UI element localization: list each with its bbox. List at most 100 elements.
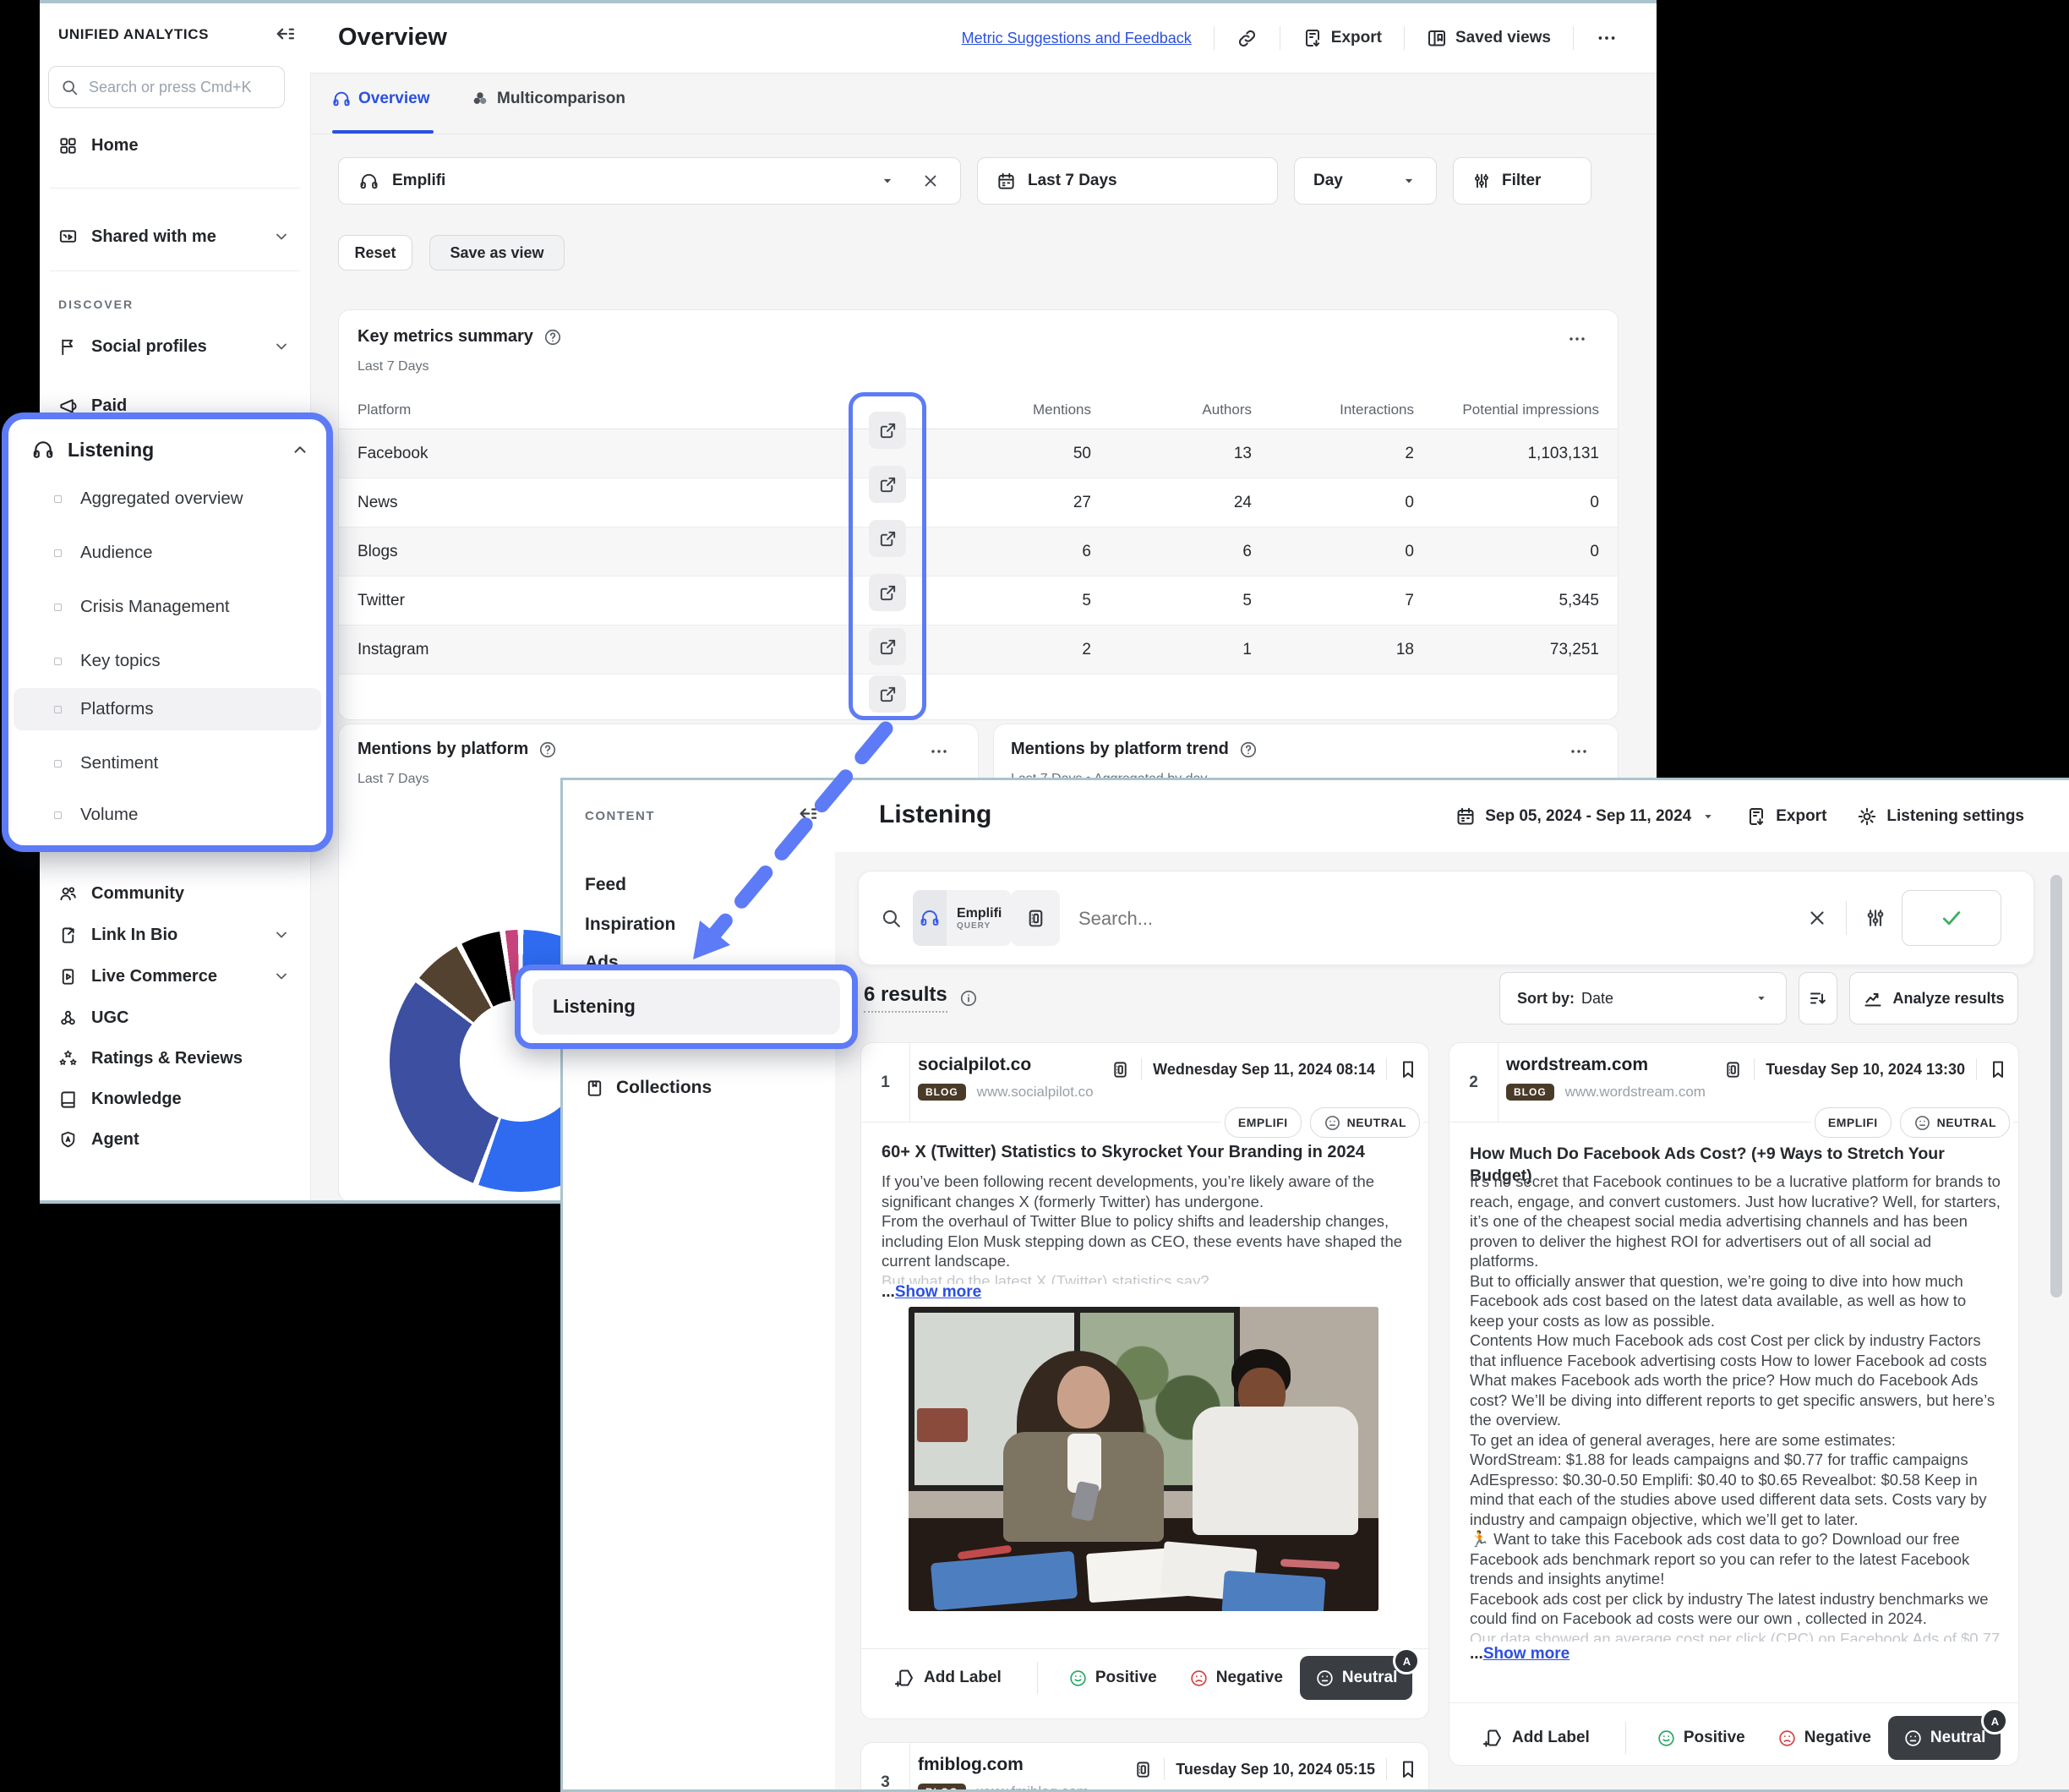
sidebar-collapse-icon[interactable] xyxy=(796,802,819,825)
result-url[interactable]: www.wordstream.com xyxy=(1565,1084,1706,1101)
table-row[interactable]: Facebook 5013 21,103,131 xyxy=(339,429,1618,478)
query-select[interactable]: Emplifi xyxy=(338,157,961,205)
nav-item-listening-selected[interactable]: Listening xyxy=(532,979,840,1035)
open-in-listening-icon[interactable] xyxy=(869,628,906,665)
scrollbar-thumb[interactable] xyxy=(2050,875,2062,1298)
granularity-select[interactable]: Day xyxy=(1294,157,1437,205)
filter-button[interactable]: Filter xyxy=(1453,157,1591,205)
nav-item-platforms[interactable]: Platforms xyxy=(54,699,154,719)
query-tag[interactable]: EMPLIFI xyxy=(1815,1107,1892,1138)
search-input[interactable] xyxy=(87,78,272,97)
result-url[interactable]: www.fmiblog.com xyxy=(977,1784,1089,1789)
sidebar-item-live-commerce[interactable]: Live Commerce xyxy=(40,956,310,997)
result-title[interactable]: 60+ X (Twitter) Statistics to Skyrocket … xyxy=(882,1141,1414,1163)
clear-query-icon[interactable] xyxy=(921,172,940,190)
clear-search-icon[interactable] xyxy=(1806,907,1828,929)
sort-direction-button[interactable] xyxy=(1799,972,1837,1024)
sidebar-item-social-profiles[interactable]: Social profiles xyxy=(40,326,310,367)
nav-item-sentiment[interactable]: Sentiment xyxy=(54,753,158,773)
sort-by-select[interactable]: Sort by: Date xyxy=(1499,972,1787,1024)
add-label-button[interactable]: Add Label xyxy=(1483,1728,1590,1748)
nav-item-crisis-management[interactable]: Crisis Management xyxy=(54,597,230,617)
positive-button[interactable]: Positive xyxy=(1657,1729,1745,1748)
table-row[interactable]: Instagram 21 1873,251 xyxy=(339,626,1618,675)
result-card-3[interactable]: 3 fmiblog.com BLOG www.fmiblog.com Tuesd… xyxy=(860,1742,1429,1789)
table-row[interactable]: Blogs 66 00 xyxy=(339,527,1618,576)
sidebar-item-home[interactable]: Home xyxy=(40,125,310,166)
sidebar-item-feed[interactable]: Feed xyxy=(563,865,835,905)
saved-query-chip[interactable] xyxy=(1011,890,1060,946)
search-filters-icon[interactable] xyxy=(1864,907,1886,929)
share-link-icon[interactable] xyxy=(1236,28,1258,49)
listening-search-bar[interactable]: Emplifi QUERY xyxy=(858,871,2034,965)
result-card-1[interactable]: 1 socialpilot.co BLOG www.socialpilot.co… xyxy=(860,1042,1429,1719)
info-icon[interactable] xyxy=(959,989,978,1008)
open-in-listening-icon[interactable] xyxy=(869,675,906,713)
card-menu-icon[interactable] xyxy=(929,741,949,762)
add-label-button[interactable]: Add Label xyxy=(895,1668,1002,1688)
chevron-down-icon xyxy=(273,338,290,355)
negative-button[interactable]: Negative xyxy=(1189,1669,1283,1688)
feedback-link[interactable]: Metric Suggestions and Feedback xyxy=(962,30,1192,47)
export-button[interactable]: Export xyxy=(1746,806,1826,827)
show-more[interactable]: ...Show more xyxy=(1470,1645,1569,1664)
card-menu-icon[interactable] xyxy=(1567,329,1587,349)
neutral-button-selected[interactable]: Neutral A xyxy=(1888,1716,2001,1760)
sentiment-tag[interactable]: NEUTRAL xyxy=(1310,1107,1420,1138)
sidebar-item-collections[interactable]: Collections xyxy=(563,1068,835,1108)
card-menu-icon[interactable] xyxy=(1569,741,1589,762)
tab-overview[interactable]: Overview xyxy=(332,90,430,108)
sidebar-collapse-icon[interactable] xyxy=(273,22,297,46)
nav-item-aggregated-overview[interactable]: Aggregated overview xyxy=(54,489,243,509)
listening-settings-button[interactable]: Listening settings xyxy=(1857,806,2024,827)
result-url[interactable]: www.socialpilot.co xyxy=(977,1084,1094,1101)
sidebar-item-inspiration[interactable]: Inspiration xyxy=(563,904,835,945)
sentiment-tag[interactable]: NEUTRAL xyxy=(1900,1107,2010,1138)
table-row[interactable]: Twitter 55 75,345 xyxy=(339,576,1618,626)
result-card-2[interactable]: 2 wordstream.com BLOG www.wordstream.com… xyxy=(1449,1042,2019,1766)
sidebar-item-agent[interactable]: Agent xyxy=(40,1119,310,1160)
sidebar-item-community[interactable]: Community xyxy=(40,873,310,914)
nav-item-volume[interactable]: Volume xyxy=(54,805,138,825)
nav-item-audience[interactable]: Audience xyxy=(54,543,152,563)
more-menu-icon[interactable] xyxy=(1596,27,1618,49)
bookmark-icon[interactable] xyxy=(1988,1059,2008,1079)
tab-multicomparison[interactable]: Multicomparison xyxy=(471,90,625,108)
nav-listening-header[interactable]: Listening xyxy=(32,431,309,468)
sidebar-item-ugc[interactable]: UGC xyxy=(40,997,310,1038)
reset-button[interactable]: Reset xyxy=(338,235,412,270)
export-button[interactable]: Export xyxy=(1302,28,1382,48)
apply-search-button[interactable] xyxy=(1902,890,2001,946)
open-in-listening-icon[interactable] xyxy=(869,466,906,503)
sidebar-item-ratings-reviews[interactable]: Ratings & Reviews xyxy=(40,1038,310,1079)
nav-item-key-topics[interactable]: Key topics xyxy=(54,651,161,671)
help-icon[interactable] xyxy=(538,740,557,759)
sidebar-search[interactable] xyxy=(48,66,285,108)
show-more[interactable]: ...Show more xyxy=(882,1283,981,1302)
result-source[interactable]: wordstream.com xyxy=(1506,1055,1648,1075)
help-icon[interactable] xyxy=(543,328,562,347)
positive-button[interactable]: Positive xyxy=(1068,1669,1157,1688)
query-chip[interactable]: Emplifi QUERY xyxy=(913,890,1012,946)
help-icon[interactable] xyxy=(1239,740,1258,759)
sidebar-item-shared[interactable]: Shared with me xyxy=(40,216,310,257)
save-as-view-button[interactable]: Save as view xyxy=(429,235,565,270)
open-in-listening-icon[interactable] xyxy=(869,520,906,557)
sidebar-item-knowledge[interactable]: Knowledge xyxy=(40,1079,310,1119)
open-in-listening-icon[interactable] xyxy=(869,574,906,611)
search-input[interactable] xyxy=(1077,897,1773,941)
saved-views-button[interactable]: Saved views xyxy=(1427,28,1551,48)
bookmark-icon[interactable] xyxy=(1398,1759,1418,1779)
neutral-button-selected[interactable]: Neutral A xyxy=(1300,1656,1412,1700)
date-range-select[interactable]: Last 7 Days xyxy=(977,157,1278,205)
sidebar-item-link-in-bio[interactable]: Link In Bio xyxy=(40,915,310,955)
table-row[interactable]: News 2724 00 xyxy=(339,478,1618,527)
bookmark-icon[interactable] xyxy=(1398,1059,1418,1079)
open-in-listening-icon[interactable] xyxy=(869,412,906,449)
negative-button[interactable]: Negative xyxy=(1777,1729,1871,1748)
date-range-select[interactable]: Sep 05, 2024 - Sep 11, 2024 xyxy=(1455,806,1716,827)
result-source[interactable]: socialpilot.co xyxy=(918,1055,1031,1075)
result-source[interactable]: fmiblog.com xyxy=(918,1755,1024,1775)
analyze-results-button[interactable]: Analyze results xyxy=(1849,972,2018,1024)
query-tag[interactable]: EMPLIFI xyxy=(1225,1107,1302,1138)
